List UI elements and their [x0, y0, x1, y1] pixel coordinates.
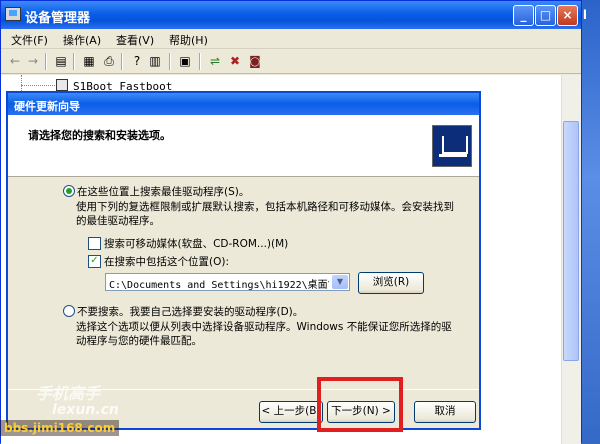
- minimize-button[interactable]: _: [513, 5, 534, 26]
- menu-file[interactable]: 文件(F): [11, 32, 48, 48]
- toolbar: ← → ▤ ▦ ⎙ ? ▥ ▣ ⇌ ✖ ◙: [1, 49, 581, 74]
- window-title: 设备管理器: [25, 11, 91, 26]
- hardware-wizard-icon: [432, 125, 472, 167]
- no-search-option-radio[interactable]: [63, 305, 75, 317]
- search-option-label[interactable]: 在这些位置上搜索最佳驱动程序(S)。: [77, 184, 249, 199]
- toolbar-separator: [45, 53, 47, 70]
- location-path-value: C:\Documents and Settings\hi1922\桌面\driv: [109, 280, 329, 291]
- maximize-button[interactable]: □: [535, 5, 556, 26]
- menu-bar: 文件(F) 操作(A) 查看(V) 帮助(H): [1, 29, 581, 49]
- update-driver-icon[interactable]: ⇌: [207, 53, 223, 69]
- tree-connector: [21, 85, 55, 86]
- toolbar-separator: [199, 53, 201, 70]
- wizard-header-title: 请选择您的搜索和安装选项。: [28, 129, 171, 142]
- removable-media-checkbox[interactable]: [88, 237, 101, 250]
- forward-arrow-icon[interactable]: →: [25, 53, 41, 69]
- back-arrow-icon[interactable]: ←: [7, 53, 23, 69]
- cancel-button[interactable]: 取消: [414, 401, 476, 423]
- scrollbar-thumb[interactable]: [563, 121, 579, 361]
- wizard-titlebar[interactable]: 硬件更新向导: [8, 93, 479, 115]
- console-tree-icon[interactable]: ▤: [53, 53, 69, 69]
- close-button[interactable]: ×: [557, 5, 578, 26]
- location-path-combobox[interactable]: C:\Documents and Settings\hi1922\桌面\driv…: [105, 273, 350, 291]
- device-manager-icon: [5, 7, 21, 21]
- toolbar-separator: [121, 53, 123, 70]
- site-label: bbs.jimi168.com: [0, 420, 120, 436]
- back-button[interactable]: < 上一步(B): [259, 401, 323, 423]
- removable-media-label[interactable]: 搜索可移动媒体(软盘、CD-ROM...)(M): [104, 236, 288, 251]
- properties-icon[interactable]: ▦: [81, 53, 97, 69]
- toolbar-separator: [73, 53, 75, 70]
- disable-device-icon[interactable]: ◙: [247, 53, 263, 69]
- wizard-header: 请选择您的搜索和安装选项。: [8, 115, 479, 177]
- search-option-description: 使用下列的复选框限制或扩展默认搜索，包括本机路径和可移动媒体。会安装找到的最佳驱…: [76, 201, 454, 227]
- menu-help[interactable]: 帮助(H): [169, 32, 208, 48]
- no-search-option-label[interactable]: 不要搜索。我要自己选择要安装的驱动程序(D)。: [77, 304, 303, 319]
- next-button-highlight: [317, 377, 403, 432]
- uninstall-icon[interactable]: ✖: [227, 53, 243, 69]
- toolbar-separator: [169, 53, 171, 70]
- browse-button[interactable]: 浏览(R): [358, 272, 424, 294]
- wizard-title: 硬件更新向导: [14, 100, 80, 113]
- device-manager-titlebar[interactable]: 设备管理器 _ □ ×: [1, 1, 581, 29]
- help-icon[interactable]: ?: [129, 53, 145, 69]
- print-icon[interactable]: ⎙: [101, 53, 117, 69]
- device-icon: [56, 79, 68, 91]
- include-location-checkbox[interactable]: ✓: [88, 255, 101, 268]
- watermark-site: lexun.cn: [52, 402, 119, 418]
- chevron-down-icon[interactable]: ▼: [332, 275, 348, 289]
- scan-hardware-icon[interactable]: ▣: [177, 53, 193, 69]
- menu-action[interactable]: 操作(A): [63, 32, 101, 48]
- menu-view[interactable]: 查看(V): [116, 32, 154, 48]
- include-location-label[interactable]: 在搜索中包括这个位置(O):: [104, 254, 229, 269]
- search-option-radio[interactable]: [63, 185, 75, 197]
- no-search-option-description: 选择这个选项以便从列表中选择设备驱动程序。Windows 不能保证您所选择的驱动…: [76, 321, 452, 347]
- show-hide-icon[interactable]: ▥: [147, 53, 163, 69]
